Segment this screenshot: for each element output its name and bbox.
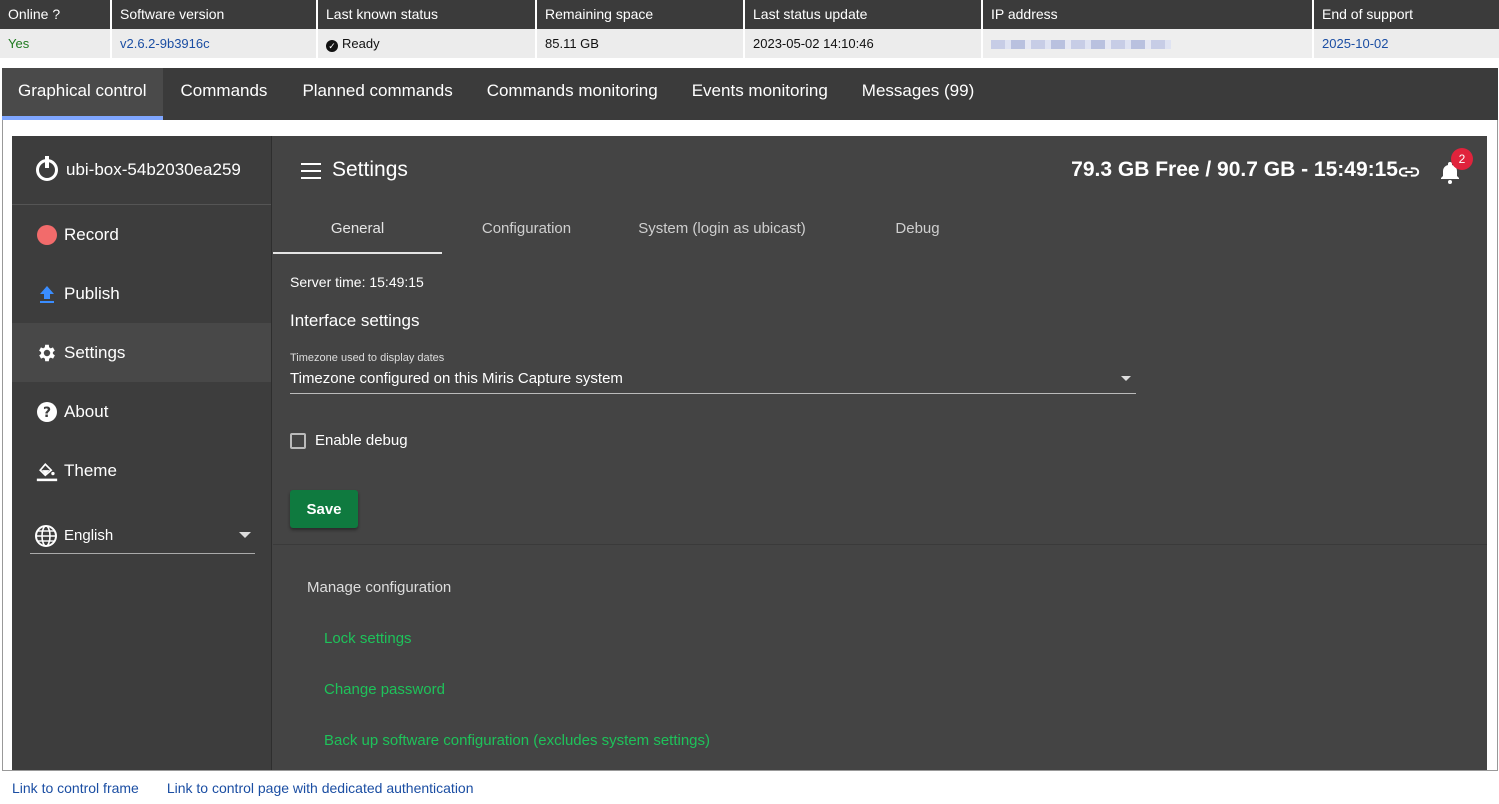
device-info-table: Online ? Yes Software version v2.6.2-9b3… — [0, 0, 1499, 58]
sidebar-item-label: Settings — [64, 342, 126, 362]
bottom-links: Link to control frame Link to control pa… — [12, 780, 502, 796]
col-online: Online ? Yes — [0, 0, 112, 58]
enable-debug-checkbox[interactable] — [290, 432, 306, 449]
value-status: Ready — [342, 36, 380, 51]
sidebar-item-label: About — [64, 401, 109, 421]
settings-main: Settings 79.3 GB Free / 90.7 GB - 15:49:… — [273, 136, 1487, 770]
sidebar-item-theme[interactable]: Theme — [12, 441, 271, 500]
chevron-down-icon — [1121, 376, 1131, 381]
manage-configuration-heading: Manage configuration — [307, 579, 452, 596]
header-ip: IP address — [983, 0, 1312, 29]
notification-badge: 2 — [1451, 148, 1473, 170]
tab-commands-monitoring[interactable]: Commands monitoring — [470, 68, 675, 120]
hamburger-menu-icon[interactable] — [301, 163, 321, 179]
col-status: Last known status ✓ Ready — [318, 0, 537, 58]
control-frame-link[interactable]: Link to control frame — [12, 780, 139, 796]
timezone-select[interactable]: Timezone configured on this Miris Captur… — [290, 368, 1136, 394]
interface-settings-heading: Interface settings — [290, 311, 420, 330]
globe-icon — [34, 524, 58, 548]
dedicated-auth-link[interactable]: Link to control page with dedicated auth… — [167, 780, 474, 796]
col-last-update: Last status update 2023-05-02 14:10:46 — [745, 0, 983, 58]
tab-commands[interactable]: Commands — [163, 68, 286, 120]
col-space: Remaining space 85.11 GB — [537, 0, 745, 58]
sidebar: ubi-box-54b2030ea259 Record Publish Sett… — [12, 136, 272, 770]
paint-bucket-icon — [36, 460, 58, 482]
ubicast-logo-icon — [36, 156, 58, 181]
sidebar-item-label: Theme — [64, 460, 117, 480]
header-status: Last known status — [318, 0, 535, 29]
ip-address-blurred — [991, 40, 1171, 50]
main-tabs: Graphical control Commands Planned comma… — [2, 68, 1498, 120]
value-last-update: 2023-05-02 14:10:46 — [745, 29, 981, 58]
sidebar-brand: ubi-box-54b2030ea259 — [12, 136, 271, 205]
storage-status: 79.3 GB Free / 90.7 GB - 15:49:15 — [1071, 158, 1398, 181]
col-version: Software version v2.6.2-9b3916c — [112, 0, 318, 58]
enable-debug-label: Enable debug — [315, 432, 408, 449]
upload-icon — [36, 283, 58, 305]
timezone-label: Timezone used to display dates — [290, 352, 445, 364]
tab-configuration[interactable]: Configuration — [442, 212, 611, 254]
sidebar-item-publish[interactable]: Publish — [12, 264, 271, 323]
tab-graphical-control[interactable]: Graphical control — [2, 68, 163, 120]
header-space: Remaining space — [537, 0, 743, 29]
version-link[interactable]: v2.6.2-9b3916c — [120, 36, 210, 51]
section-divider — [273, 544, 1487, 545]
language-select[interactable]: English — [30, 518, 255, 554]
save-button[interactable]: Save — [290, 490, 358, 528]
sidebar-item-label: Record — [64, 224, 119, 244]
language-value: English — [64, 527, 114, 544]
header-online: Online ? — [0, 0, 110, 29]
tab-general[interactable]: General — [273, 212, 442, 254]
page-title: Settings — [332, 158, 408, 181]
top-bar: Settings 79.3 GB Free / 90.7 GB - 15:49:… — [273, 136, 1487, 206]
link-icon[interactable] — [1398, 162, 1420, 182]
header-version: Software version — [112, 0, 316, 29]
sidebar-item-about[interactable]: ? About — [12, 382, 271, 441]
backup-configuration-link[interactable]: Back up software configuration (excludes… — [324, 732, 710, 749]
device-name: ubi-box-54b2030ea259 — [66, 160, 241, 179]
control-frame: ubi-box-54b2030ea259 Record Publish Sett… — [12, 136, 1487, 770]
header-last-update: Last status update — [745, 0, 981, 29]
chevron-down-icon — [239, 532, 251, 538]
timezone-value: Timezone configured on this Miris Captur… — [290, 370, 623, 387]
enable-debug-row: Enable debug — [290, 432, 408, 449]
svg-text:?: ? — [43, 405, 51, 421]
value-space: 85.11 GB — [537, 29, 743, 58]
tab-events-monitoring[interactable]: Events monitoring — [675, 68, 845, 120]
sidebar-item-record[interactable]: Record — [12, 205, 271, 264]
tab-planned-commands[interactable]: Planned commands — [285, 68, 469, 120]
col-ip: IP address — [983, 0, 1314, 58]
end-support-link[interactable]: 2025-10-02 — [1322, 36, 1389, 51]
gear-icon — [36, 342, 58, 364]
question-icon: ? — [36, 401, 58, 423]
server-time: Server time: 15:49:15 — [290, 274, 424, 290]
sidebar-item-settings[interactable]: Settings — [12, 323, 271, 382]
lock-settings-link[interactable]: Lock settings — [324, 630, 412, 647]
col-end-support: End of support 2025-10-02 — [1314, 0, 1499, 58]
change-password-link[interactable]: Change password — [324, 681, 445, 698]
sidebar-item-label: Publish — [64, 283, 120, 303]
tab-debug[interactable]: Debug — [833, 212, 1002, 254]
tab-messages[interactable]: Messages (99) — [845, 68, 991, 120]
value-online: Yes — [0, 29, 110, 58]
tab-system[interactable]: System (login as ubicast) — [611, 212, 833, 254]
record-dot-icon — [36, 224, 58, 246]
settings-tabs: General Configuration System (login as u… — [273, 212, 1002, 254]
check-circle-icon: ✓ — [326, 40, 338, 52]
header-end-support: End of support — [1314, 0, 1499, 29]
